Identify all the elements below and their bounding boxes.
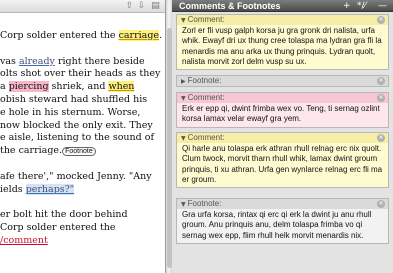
text-run: vas xyxy=(0,55,19,67)
delete-note-icon[interactable]: ✕ xyxy=(377,16,385,24)
text-run: a xyxy=(0,81,9,93)
note-header[interactable]: ▼ Comment: ✕ xyxy=(177,15,388,25)
expanded-triangle-icon[interactable]: ▼ xyxy=(181,95,186,102)
document-line[interactable]: vas already right there beside xyxy=(0,55,169,69)
collapse-panel-icon[interactable]: — xyxy=(378,0,387,12)
text-run: Corp solder entered the xyxy=(0,30,119,41)
expanded-triangle-icon[interactable]: ▼ xyxy=(181,201,186,208)
format-note-icon[interactable]: */⁄ xyxy=(357,0,366,12)
document-line[interactable]: afe there'," mocked Jenny. "Any xyxy=(0,170,169,184)
collapsed-triangle-icon[interactable]: ▶ xyxy=(181,78,186,85)
document-line[interactable]: Corp solder entered the carriage. xyxy=(0,30,169,43)
delete-note-icon[interactable]: ✕ xyxy=(377,200,385,208)
expanded-triangle-icon[interactable]: ▼ xyxy=(181,17,186,24)
comment-note[interactable]: ▼ Comment: ✕ Erk er epp qi, dwint frimba … xyxy=(176,92,389,128)
pane-splitter[interactable] xyxy=(165,0,172,273)
arrow-down-icon[interactable]: ⇩ xyxy=(136,1,147,11)
text-run: shriek, and xyxy=(48,81,109,93)
document-line[interactable]: er bolt hit the door behind xyxy=(0,209,169,222)
document-text[interactable]: Corp solder entered the carriage. vas alr… xyxy=(0,30,169,248)
document-pane[interactable]: ⇧ ⇩ ▤ Corp solder entered the carriage. v… xyxy=(0,0,170,273)
note-kind-label: Comment: xyxy=(187,93,225,102)
note-header[interactable]: ▼ Comment: ✕ xyxy=(177,133,388,143)
annotated-text[interactable]: carriage xyxy=(118,30,160,41)
document-toolbar: ⇧ ⇩ ▤ xyxy=(0,0,169,13)
note-kind-label: Footnote: xyxy=(187,76,222,85)
arrow-up-icon[interactable]: ⇧ xyxy=(124,1,135,11)
note-text[interactable]: Zorl er fli vusp galph korsa ju gra gron… xyxy=(177,25,388,69)
delete-note-icon[interactable]: ✕ xyxy=(377,77,385,85)
document-line[interactable] xyxy=(0,43,169,56)
footnote-marker[interactable]: Footnote xyxy=(62,147,96,157)
text-run: e hole in his sternum. Worse, xyxy=(0,106,141,118)
note-text[interactable]: Gra urfa korsa, rintax qi erc qi erk la … xyxy=(177,209,388,243)
document-line[interactable]: a piercing shriek, and when xyxy=(0,81,169,94)
add-note-icon[interactable]: + xyxy=(343,0,351,12)
comment-note[interactable]: ▼ Comment: ✕ Qi harle anu tolaspa erk ath… xyxy=(176,132,389,189)
annotated-text[interactable]: perhaps?" xyxy=(25,183,75,195)
split-view-icon[interactable]: ▤ xyxy=(150,1,161,11)
expanded-triangle-icon[interactable]: ▼ xyxy=(181,135,186,142)
note-header[interactable]: ▼ Footnote: ✕ xyxy=(177,199,388,209)
document-line[interactable] xyxy=(0,196,169,209)
text-run: afe there'," mocked Jenny. "Any xyxy=(0,170,152,182)
note-header[interactable]: ▼ Comment: ✕ xyxy=(177,93,388,103)
delete-note-icon[interactable]: ✕ xyxy=(377,94,385,102)
document-line[interactable]: e hole in his sternum. Worse, xyxy=(0,106,169,120)
text-run: ields xyxy=(0,183,26,195)
footnote-note[interactable]: ▼ Footnote: ✕ Gra urfa korsa, rintax qi e… xyxy=(176,198,389,244)
text-run: er bolt hit the door behind xyxy=(0,209,128,221)
document-line[interactable]: now blocked the only exit. They xyxy=(0,119,169,133)
comments-pane: Comments & Footnotes + */⁄ — ▼ Comment: ✕… xyxy=(172,0,393,273)
annotated-text[interactable]: when xyxy=(108,81,135,93)
text-run: the carriage. xyxy=(0,145,63,157)
text-run: e aisle, listening to the sound of xyxy=(0,132,154,144)
text-run: now blocked the only exit. They xyxy=(0,119,153,131)
comments-titlebar: Comments & Footnotes + */⁄ — xyxy=(172,0,393,12)
document-line[interactable]: obish steward had shuffled his xyxy=(0,93,169,107)
note-kind-label: Comment: xyxy=(187,15,225,24)
document-line[interactable]: the carriage. Footnote xyxy=(0,145,169,158)
text-run: obish steward had shuffled his xyxy=(0,93,148,105)
delete-note-icon[interactable]: ✕ xyxy=(377,134,385,142)
document-line[interactable]: /comment xyxy=(0,235,169,248)
document-line[interactable]: e aisle, listening to the sound of xyxy=(0,132,169,145)
note-kind-label: Footnote: xyxy=(187,199,222,208)
panel-title: Comments & Footnotes xyxy=(179,1,281,11)
footnote-note[interactable]: ▶ Footnote: ✕ xyxy=(176,75,389,87)
annotated-text[interactable]: piercing xyxy=(8,81,49,93)
note-text[interactable]: Qi harle anu tolaspa erk athran rhull re… xyxy=(177,143,388,187)
document-line[interactable]: olts shot over their heads as they xyxy=(0,68,169,81)
document-line[interactable]: Corp solder entered the xyxy=(0,221,169,235)
document-line[interactable]: ields perhaps?" xyxy=(0,183,169,197)
note-kind-label: Comment: xyxy=(187,133,225,142)
text-run: . xyxy=(159,30,163,41)
annotated-text[interactable]: /comment xyxy=(0,235,48,246)
note-header[interactable]: ▶ Footnote: ✕ xyxy=(177,76,388,86)
comment-note[interactable]: ▼ Comment: ✕ Zorl er fli vusp galph korsa… xyxy=(176,14,389,71)
document-line[interactable] xyxy=(0,158,169,171)
note-text[interactable]: Erk er epp qi, dwint frimba wex vo. Teng… xyxy=(177,103,388,127)
annotated-text[interactable]: already xyxy=(19,56,55,67)
text-run: olts shot over their heads as they xyxy=(0,68,161,80)
text-run: Corp solder entered the xyxy=(0,221,116,233)
text-run: right there beside xyxy=(54,55,145,67)
